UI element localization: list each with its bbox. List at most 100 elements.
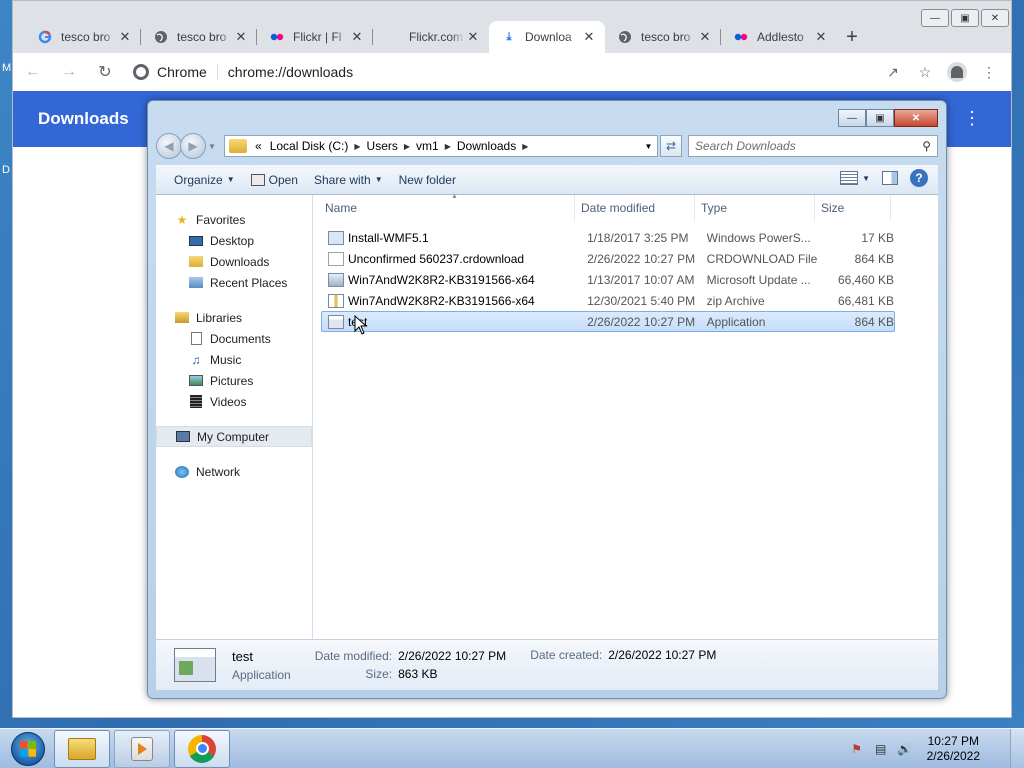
file-list-pane: Name Date modified Type Size ▲ Install-W… bbox=[313, 193, 938, 639]
breadcrumb-arrow-icon[interactable]: ▶ bbox=[402, 142, 412, 151]
tab[interactable]: Flickr | Fl ✕ bbox=[257, 21, 373, 53]
file-row[interactable]: Unconfirmed 560237.crdownload 2/26/2022 … bbox=[321, 248, 895, 269]
minimize-button[interactable]: — bbox=[921, 9, 949, 27]
recent-pages-dropdown-icon[interactable]: ▼ bbox=[208, 142, 218, 151]
tab-close-icon[interactable]: ✕ bbox=[233, 29, 249, 45]
tab-downloads[interactable]: ⤓ Downloa ✕ bbox=[489, 21, 605, 53]
nav-favorites[interactable]: ★ Favorites bbox=[156, 209, 312, 230]
file-size: 17 KB bbox=[861, 230, 895, 245]
new-tab-button[interactable]: + bbox=[837, 21, 867, 53]
tab[interactable]: Flickr.com ✕ bbox=[373, 21, 489, 53]
breadcrumb-item[interactable]: Downloads bbox=[453, 139, 520, 153]
view-dropdown-icon[interactable]: ▼ bbox=[862, 174, 870, 183]
forward-button[interactable]: → bbox=[53, 56, 85, 88]
action-center-flag-icon[interactable]: ⚑ bbox=[849, 741, 865, 757]
column-header-type[interactable]: Type bbox=[695, 194, 815, 221]
menu-kebab-icon[interactable]: ⋮ bbox=[979, 62, 999, 82]
tab-close-icon[interactable]: ✕ bbox=[117, 29, 133, 45]
explorer-close-button[interactable]: ✕ bbox=[894, 109, 938, 127]
breadcrumb-arrow-icon[interactable]: ▶ bbox=[443, 142, 453, 151]
nav-item-pictures[interactable]: Pictures bbox=[156, 370, 312, 391]
open-button[interactable]: Open bbox=[243, 168, 306, 192]
tab-strip: tesco bro ✕ tesco bro ✕ Flickr | Fl ✕ Fl… bbox=[25, 21, 867, 53]
tab[interactable]: Addlesto ✕ bbox=[721, 21, 837, 53]
downloads-folder-icon bbox=[188, 255, 204, 269]
tab[interactable]: tesco bro ✕ bbox=[605, 21, 721, 53]
help-icon[interactable]: ? bbox=[910, 169, 928, 187]
tab-label: Flickr | Fl bbox=[293, 30, 342, 44]
folder-icon bbox=[229, 139, 247, 153]
nav-my-computer[interactable]: My Computer bbox=[156, 426, 312, 447]
breadcrumb-arrow-icon[interactable]: ▶ bbox=[520, 142, 530, 151]
tab-close-icon[interactable]: ✕ bbox=[813, 29, 829, 45]
nav-item-recent-places[interactable]: Recent Places bbox=[156, 272, 312, 293]
tab[interactable]: tesco bro ✕ bbox=[25, 21, 141, 53]
taskbar-explorer-button[interactable] bbox=[54, 729, 110, 768]
change-view-icon[interactable] bbox=[840, 171, 859, 185]
share-with-button[interactable]: Share with ▼ bbox=[306, 168, 391, 192]
preview-pane-icon[interactable] bbox=[882, 171, 898, 185]
nav-network[interactable]: Network bbox=[156, 461, 312, 482]
bookmark-star-icon[interactable]: ☆ bbox=[915, 62, 935, 82]
nav-item-downloads[interactable]: Downloads bbox=[156, 251, 312, 272]
forward-arrow-icon[interactable]: ▶ bbox=[180, 133, 206, 159]
nav-item-videos[interactable]: Videos bbox=[156, 391, 312, 412]
omnibox-url[interactable]: chrome://downloads bbox=[218, 64, 883, 80]
breadcrumb-item[interactable]: Users bbox=[363, 139, 402, 153]
omnibox[interactable]: Chrome chrome://downloads ↗ ☆ ⋮ bbox=[125, 57, 1007, 87]
reload-button[interactable]: ↻ bbox=[89, 56, 121, 88]
address-dropdown-icon[interactable]: ▼ bbox=[639, 141, 657, 151]
taskbar-media-player-button[interactable] bbox=[114, 729, 170, 768]
start-button[interactable] bbox=[6, 729, 50, 768]
file-type: CRDOWNLOAD File bbox=[706, 251, 818, 266]
details-date-created: 2/26/2022 10:27 PM bbox=[608, 648, 717, 662]
explorer-minimize-button[interactable]: — bbox=[838, 109, 866, 127]
maximize-button[interactable]: ▣ bbox=[951, 9, 979, 27]
tab[interactable]: tesco bro ✕ bbox=[141, 21, 257, 53]
network-icon[interactable]: ▤ bbox=[873, 741, 889, 757]
file-row-selected[interactable]: test 2/26/2022 10:27 PM Application 864 … bbox=[321, 311, 895, 335]
column-header-name[interactable]: Name bbox=[313, 194, 575, 221]
clock[interactable]: 10:27 PM 2/26/2022 bbox=[927, 734, 980, 764]
nav-label: Downloads bbox=[210, 254, 270, 269]
show-desktop-button[interactable] bbox=[1010, 729, 1024, 768]
breadcrumb-item[interactable]: Local Disk (C:) bbox=[266, 139, 353, 153]
address-bar[interactable]: « Local Disk (C:) ▶ Users ▶ vm1 ▶ Downlo… bbox=[224, 135, 658, 157]
breadcrumb-arrow-icon[interactable]: ▶ bbox=[352, 142, 362, 151]
column-header-size[interactable]: Size bbox=[815, 194, 891, 221]
tab-close-icon[interactable]: ✕ bbox=[697, 29, 713, 45]
breadcrumb-overflow[interactable]: « bbox=[251, 139, 266, 153]
file-row[interactable]: Install-WMF5.1 1/18/2017 3:25 PM Windows… bbox=[321, 227, 895, 248]
close-button[interactable]: ✕ bbox=[981, 9, 1009, 27]
file-date: 1/13/2017 10:07 AM bbox=[587, 272, 695, 287]
back-button[interactable]: ← bbox=[17, 56, 49, 88]
file-row[interactable]: Win7AndW2K8R2-KB3191566-x64 1/13/2017 10… bbox=[321, 269, 895, 290]
explorer-maximize-button[interactable]: ▣ bbox=[866, 109, 894, 127]
back-arrow-icon[interactable]: ◀ bbox=[156, 133, 182, 159]
volume-icon[interactable]: 🔊 bbox=[897, 741, 913, 757]
search-input[interactable]: Search Downloads ⚲ bbox=[688, 135, 938, 157]
tab-close-icon[interactable]: ✕ bbox=[465, 29, 481, 45]
nav-item-desktop[interactable]: Desktop bbox=[156, 230, 312, 251]
nav-item-documents[interactable]: Documents bbox=[156, 328, 312, 349]
file-date: 1/18/2017 3:25 PM bbox=[587, 230, 689, 245]
tab-close-icon[interactable]: ✕ bbox=[349, 29, 365, 45]
details-size: 863 KB bbox=[398, 667, 438, 681]
profile-avatar-icon[interactable] bbox=[947, 62, 967, 82]
file-row[interactable]: Win7AndW2K8R2-KB3191566-x64 12/30/2021 5… bbox=[321, 290, 895, 311]
organize-button[interactable]: Organize ▼ bbox=[166, 168, 243, 192]
refresh-icon[interactable]: ⇄ bbox=[660, 135, 682, 157]
explorer-body: ★ Favorites Desktop Downloads Recent Plac… bbox=[156, 193, 938, 639]
new-folder-button[interactable]: New folder bbox=[391, 168, 464, 192]
breadcrumb-item[interactable]: vm1 bbox=[412, 139, 443, 153]
column-header-date[interactable]: Date modified bbox=[575, 194, 695, 221]
downloads-more-icon[interactable]: ⋮ bbox=[963, 109, 981, 127]
file-size: 864 KB bbox=[854, 251, 895, 266]
documents-icon bbox=[188, 332, 204, 346]
dropdown-caret-icon: ▼ bbox=[226, 175, 235, 184]
nav-libraries[interactable]: Libraries bbox=[156, 307, 312, 328]
tab-close-icon[interactable]: ✕ bbox=[581, 29, 597, 45]
nav-item-music[interactable]: ♫ Music bbox=[156, 349, 312, 370]
taskbar-chrome-button[interactable] bbox=[174, 729, 230, 768]
share-icon[interactable]: ↗ bbox=[883, 62, 903, 82]
